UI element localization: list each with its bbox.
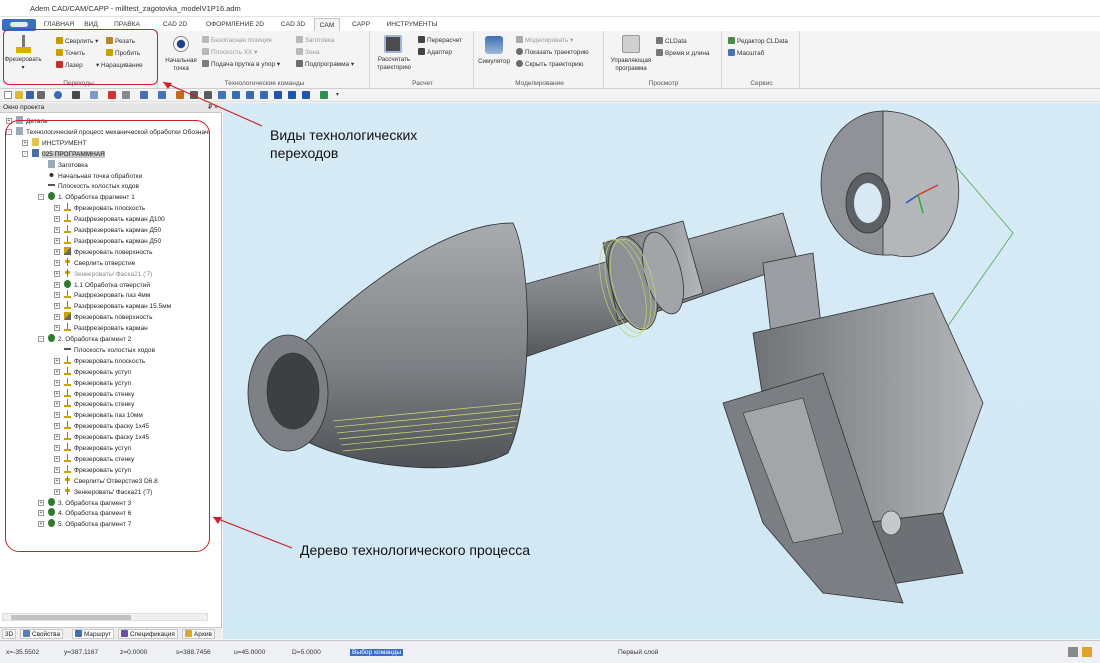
status-x: x=-35.5502 — [6, 649, 40, 656]
callout-transitions: Виды технологических переходов — [270, 127, 418, 161]
status-layer: Первый слой — [618, 649, 659, 656]
callout-tree: Дерево технологического процесса — [300, 542, 530, 558]
status-bar: x=-35.5502 y=387.1167 z=0.0000 s=388.745… — [0, 640, 1100, 663]
annotation-arrows — [162, 81, 293, 549]
cad-application: { "window": {"title": "Adem CAD/CAM/CAPP… — [0, 0, 1100, 663]
status-s: s=388.7456 — [176, 649, 211, 656]
status-d: D=5.0000 — [292, 649, 321, 656]
cube-icon[interactable] — [1082, 647, 1092, 657]
status-command: Выбор команды — [350, 649, 404, 656]
layers-icon[interactable] — [1068, 647, 1078, 657]
status-z: z=0.0000 — [120, 649, 148, 656]
status-u: u=45.0000 — [234, 649, 266, 656]
status-y: y=387.1167 — [64, 649, 99, 656]
